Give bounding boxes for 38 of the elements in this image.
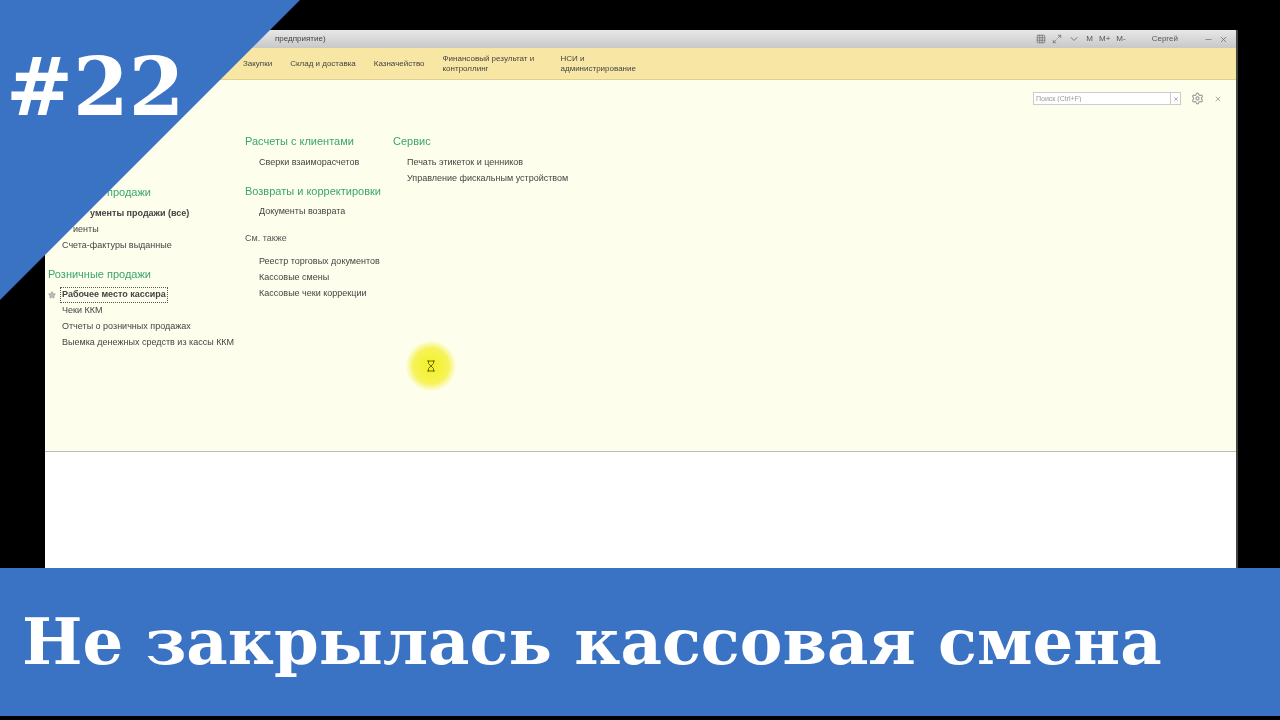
episode-number: #22	[6, 42, 185, 132]
nav-link[interactable]: Рабочее место кассира	[61, 288, 167, 302]
nav-link[interactable]: Кассовые смены	[258, 270, 331, 285]
nav-link[interactable]: Отчеты о розничных продажах	[61, 320, 192, 334]
headline: Не закрылась кассовая смена	[22, 603, 1162, 681]
nav-link[interactable]: Чеки ККМ	[61, 304, 104, 318]
nav-link[interactable]: иенты	[72, 222, 100, 237]
memory-key[interactable]: M	[1086, 33, 1093, 45]
nav-link[interactable]: Кассовые чеки коррекции	[258, 286, 368, 301]
nav-link[interactable]: Печать этикеток и ценников	[406, 155, 525, 170]
group-heading: Расчеты с клиентами	[245, 134, 354, 149]
section-tab[interactable]: Казначейство	[373, 58, 425, 69]
expand-icon[interactable]	[1052, 34, 1063, 44]
group-heading: Сервис	[393, 134, 431, 149]
nav-link[interactable]: Реестр торговых документов	[258, 254, 381, 269]
nav-link[interactable]: Сверки взаиморасчетов	[258, 155, 361, 170]
window-title: предприятие)	[275, 33, 326, 45]
user-name[interactable]: Сергей	[1151, 33, 1178, 45]
section-tab[interactable]: Закупки	[243, 58, 273, 69]
memory-key[interactable]: M-	[1116, 33, 1126, 45]
grid-icon[interactable]	[1036, 34, 1047, 44]
close-icon[interactable]	[1219, 34, 1228, 44]
nav-link[interactable]: ументы продажи (все)	[89, 206, 191, 221]
nav-link[interactable]: Документы возврата	[258, 205, 347, 219]
section-tab[interactable]: НСИ и администрирование	[560, 53, 661, 74]
hourglass-icon	[425, 359, 437, 373]
group-heading: продажи	[107, 185, 151, 200]
group-heading: Розничные продажи	[48, 266, 151, 282]
group-heading: См. также	[245, 232, 287, 245]
settings-icon[interactable]	[1191, 92, 1204, 105]
nav-link[interactable]: Счета-фактуры выданные	[61, 238, 173, 253]
section-tab[interactable]: Финансовый результат и контроллинг	[442, 53, 543, 74]
close-icon[interactable]	[1214, 94, 1222, 103]
nav-link[interactable]: Выемка денежных средств из кассы ККМ	[61, 336, 236, 350]
section-tab[interactable]: Склад и доставка	[290, 58, 356, 69]
group-heading: Возвраты и корректировки	[245, 183, 381, 199]
memory-key[interactable]: M+	[1099, 33, 1111, 45]
nav-link[interactable]: Управление фискальным устройством	[406, 171, 570, 186]
